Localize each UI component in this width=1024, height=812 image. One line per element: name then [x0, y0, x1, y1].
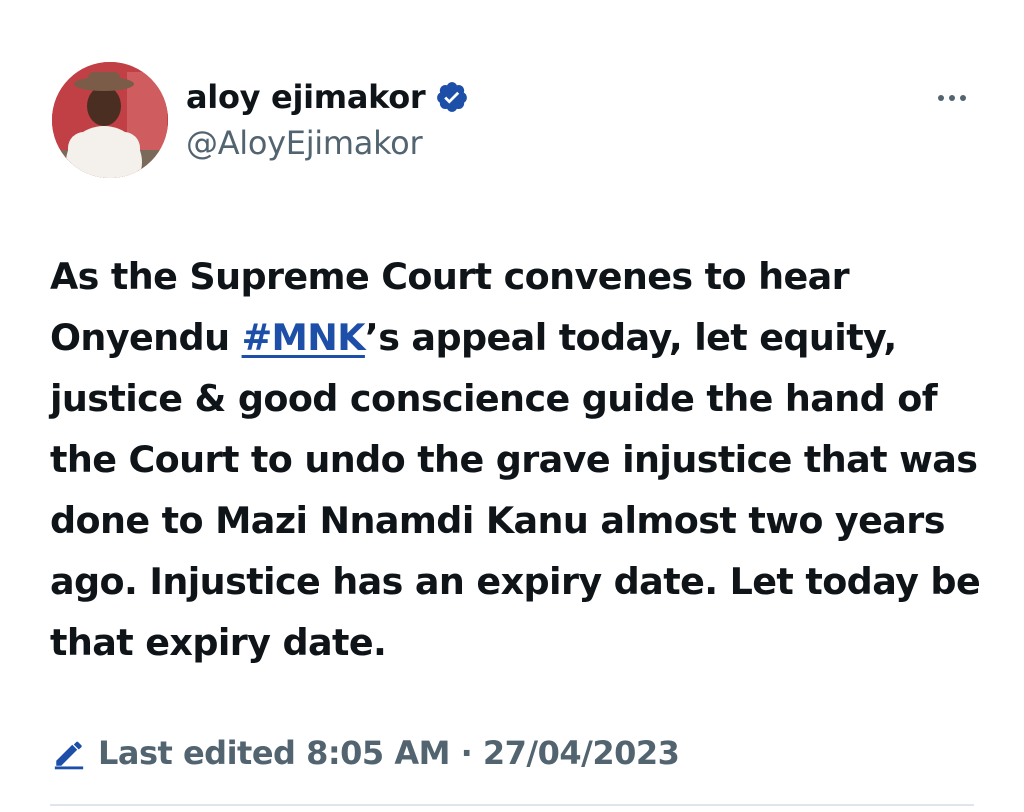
author-name-row[interactable]: aloy ejimakor	[186, 76, 469, 118]
display-name[interactable]: aloy ejimakor	[186, 78, 426, 116]
tweet-text-part-2: ’s appeal today, let equity, justice & g…	[50, 316, 981, 664]
pencil-icon	[52, 736, 86, 770]
avatar-photo	[52, 62, 168, 178]
more-options-icon	[938, 95, 944, 101]
divider	[50, 804, 974, 806]
more-options-button[interactable]	[928, 82, 976, 114]
verified-badge-icon	[435, 80, 469, 114]
user-handle[interactable]: @AloyEjimakor	[186, 124, 423, 162]
more-options-icon	[949, 95, 955, 101]
last-edited-timestamp[interactable]: Last edited 8:05 AM · 27/04/2023	[98, 734, 680, 772]
more-options-icon	[960, 95, 966, 101]
avatar[interactable]	[52, 62, 168, 178]
hashtag-link[interactable]: #MNK	[242, 316, 366, 359]
tweet-text: As the Supreme Court convenes to hear On…	[50, 246, 1000, 673]
edit-history-link[interactable]: Last edited 8:05 AM · 27/04/2023	[52, 728, 680, 778]
